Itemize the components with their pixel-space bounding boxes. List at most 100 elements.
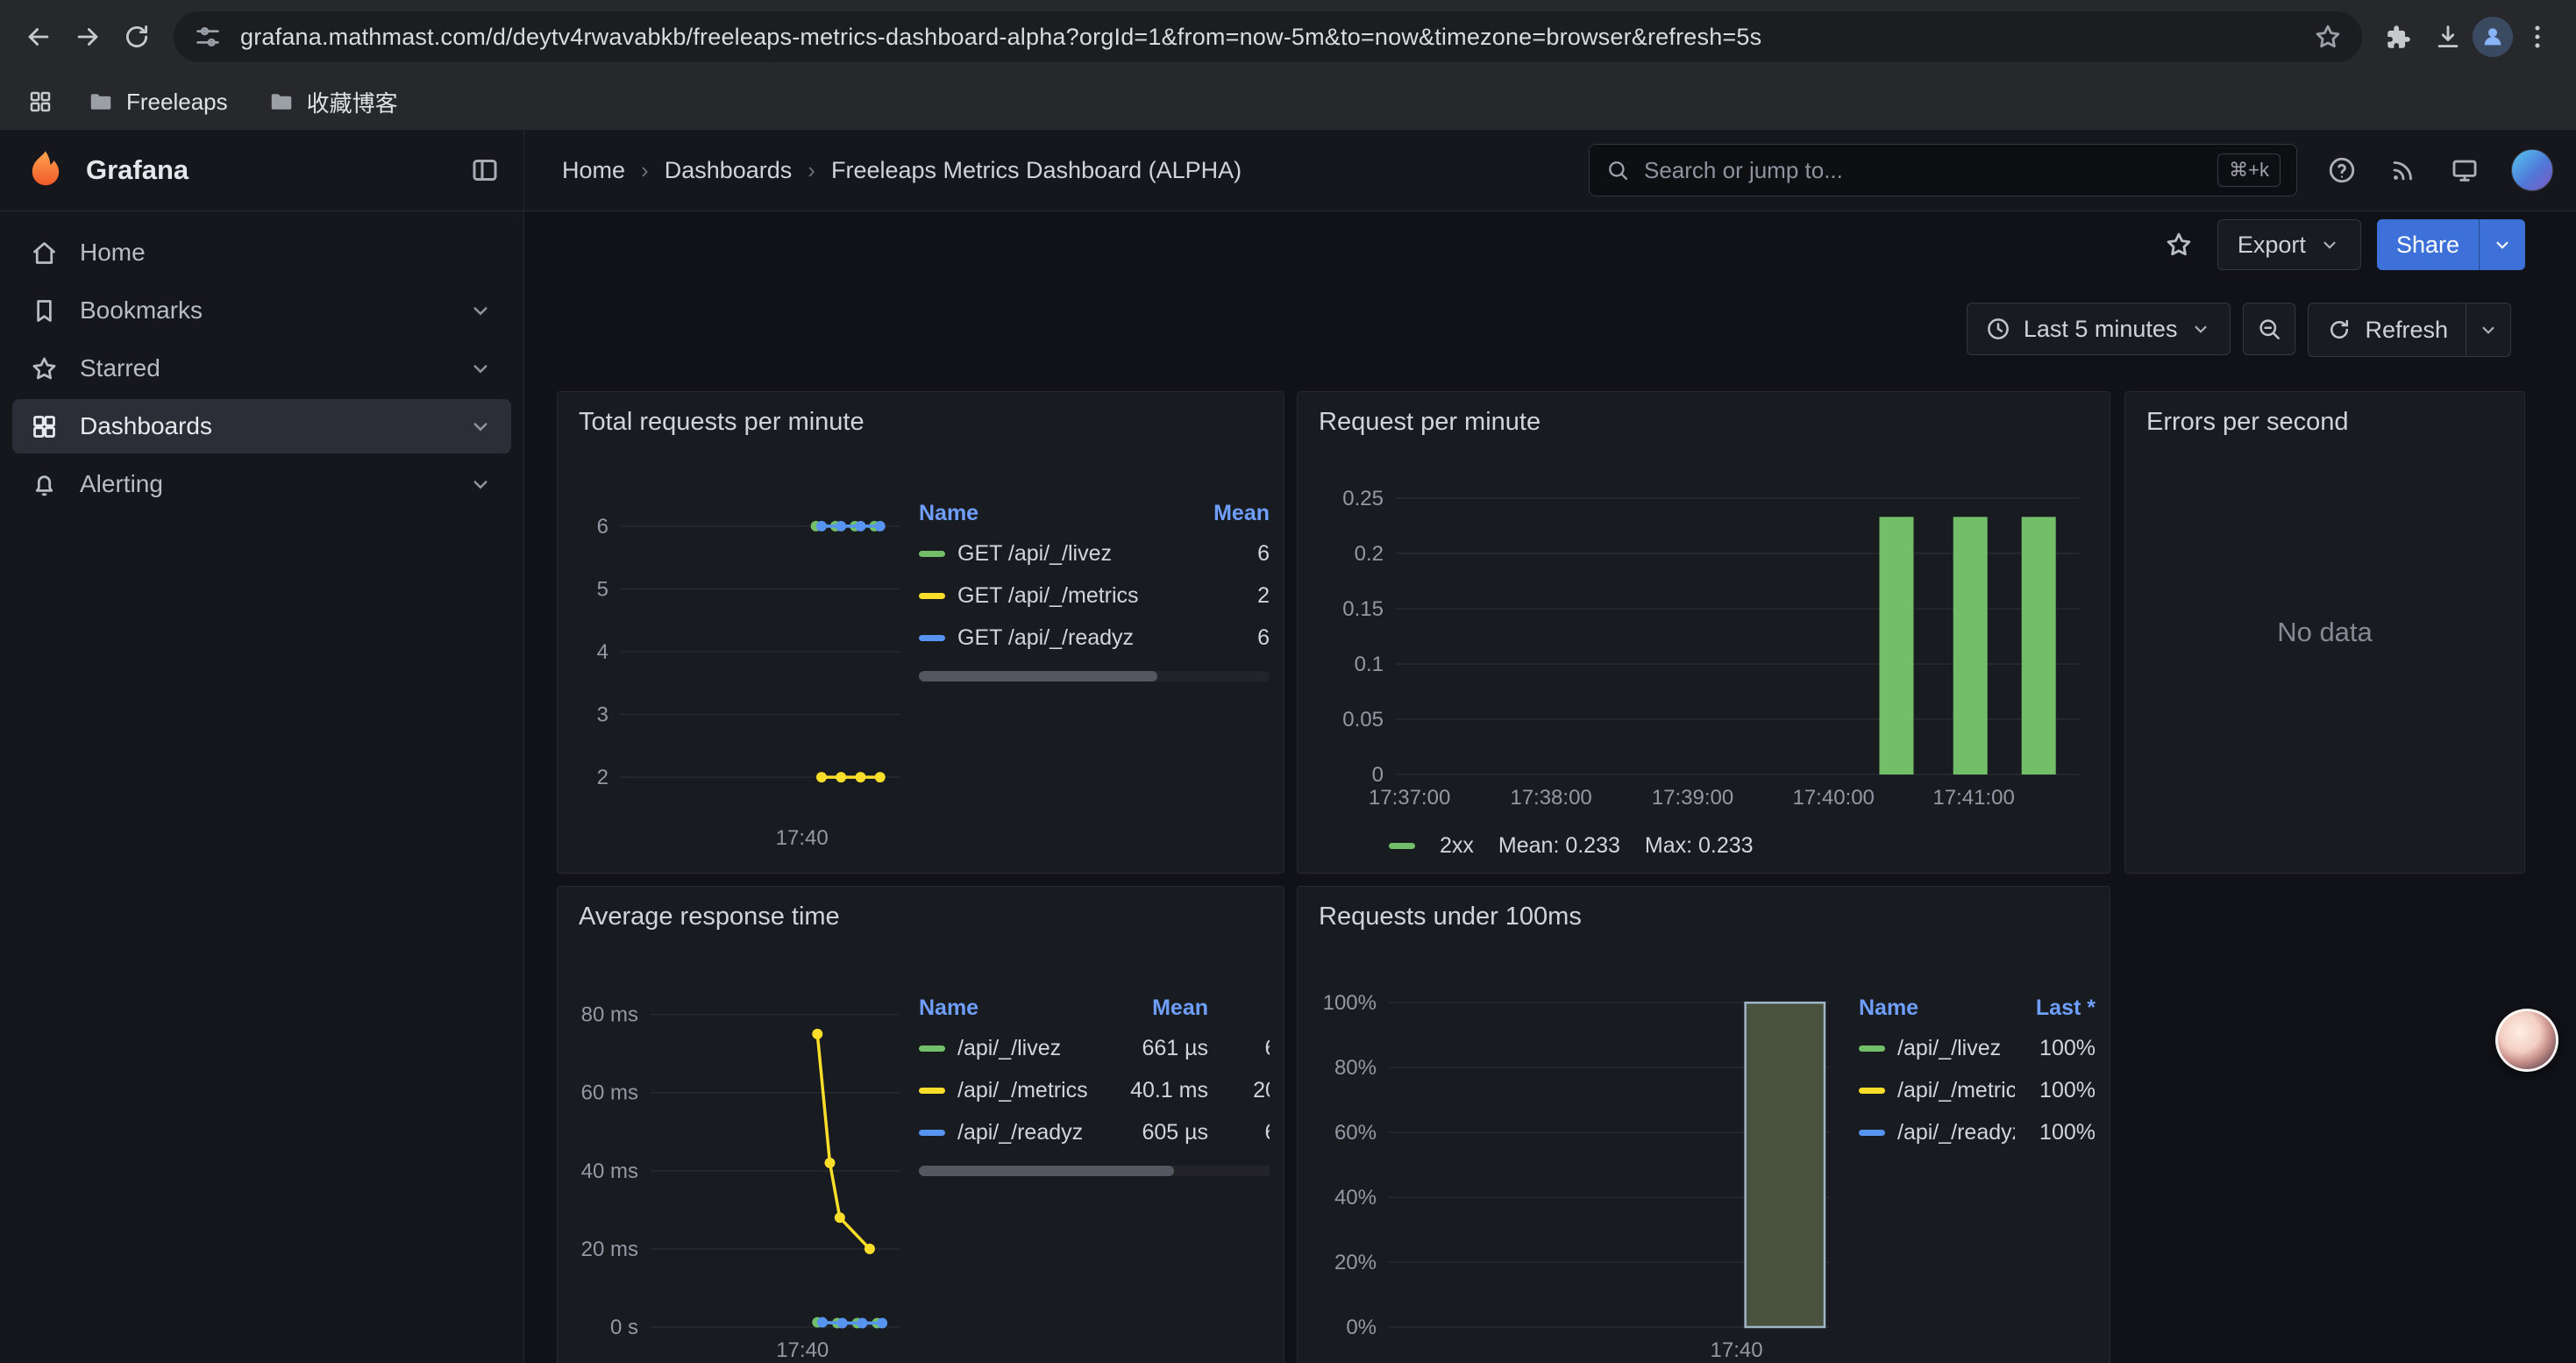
sidebar-item-dashboards[interactable]: Dashboards xyxy=(12,399,511,453)
legend-header-mean[interactable]: Mean xyxy=(1189,501,1270,526)
back-button[interactable] xyxy=(14,12,63,61)
breadcrumb: Home › Dashboards › Freeleaps Metrics Da… xyxy=(562,157,1589,184)
legend-row[interactable]: /api/_/readyz 100% xyxy=(1859,1111,2096,1153)
site-settings-icon[interactable] xyxy=(193,22,223,52)
search-input[interactable] xyxy=(1642,156,2205,185)
svg-text:6: 6 xyxy=(597,515,608,539)
sidebar-item-starred[interactable]: Starred xyxy=(12,341,511,396)
legend-table: Name Last * /api/_/livez 100% /api/_/met… xyxy=(1859,988,2096,1153)
sidebar-toggle-icon[interactable] xyxy=(469,154,501,186)
keyboard-shortcut: ⌘+k xyxy=(2217,153,2281,187)
time-range-label: Last 5 minutes xyxy=(2024,316,2178,343)
apps-grid-icon[interactable] xyxy=(19,81,61,123)
legend-header-last[interactable]: Last * xyxy=(2015,995,2096,1021)
breadcrumb-dashboards[interactable]: Dashboards xyxy=(665,157,793,184)
panel-title[interactable]: Requests under 100ms xyxy=(1319,903,2110,931)
forward-button[interactable] xyxy=(63,12,112,61)
breadcrumb-home[interactable]: Home xyxy=(562,157,625,184)
legend-row[interactable]: /api/_/metrics 40.1 ms 20.5 ms xyxy=(919,1069,1270,1111)
sidebar-item-label: Alerting xyxy=(80,470,163,498)
legend-row[interactable]: GET /api/_/livez 6 xyxy=(919,532,1270,574)
grafana-logo-icon[interactable] xyxy=(23,147,68,193)
chevron-down-icon[interactable] xyxy=(467,471,494,497)
bookmark-folder-blogs[interactable]: 收藏博客 xyxy=(254,81,412,124)
export-button[interactable]: Export xyxy=(2217,219,2361,270)
search-box[interactable]: ⌘+k xyxy=(1589,144,2297,196)
legend-row[interactable]: GET /api/_/readyz 6 xyxy=(919,617,1270,659)
legend-header-name[interactable]: Name xyxy=(919,501,1189,526)
downloads-icon[interactable] xyxy=(2423,12,2473,61)
legend-header-name[interactable]: Name xyxy=(1859,995,2015,1021)
url-bar[interactable]: grafana.mathmast.com/d/deytv4rwavabkb/fr… xyxy=(174,11,2362,62)
bookmark-folder-freeleaps[interactable]: Freeleaps xyxy=(74,83,242,121)
assistant-avatar[interactable] xyxy=(2495,1009,2558,1072)
svg-text:17:39:00: 17:39:00 xyxy=(1652,786,1733,810)
refresh-interval-chevron[interactable] xyxy=(2466,303,2510,356)
legend-row[interactable]: /api/_/livez 100% xyxy=(1859,1027,2096,1069)
sidebar: Grafana Home Bookmarks xyxy=(0,130,524,1363)
average-response-time-chart[interactable]: 0 s20 ms40 ms60 ms80 ms17:40 xyxy=(565,953,908,1363)
panel-title[interactable]: Average response time xyxy=(579,903,1284,931)
chevron-down-icon[interactable] xyxy=(467,413,494,439)
sidebar-item-bookmarks[interactable]: Bookmarks xyxy=(12,283,511,338)
svg-text:0.25: 0.25 xyxy=(1342,487,1384,510)
series-swatch xyxy=(1859,1088,1885,1094)
search-icon xyxy=(1605,158,1630,182)
sidebar-item-home[interactable]: Home xyxy=(12,225,511,280)
legend-table: Name Mean GET /api/_/livez 6 GET /api/_/… xyxy=(919,494,1270,682)
svg-text:3: 3 xyxy=(597,703,608,727)
series-name[interactable]: 2xx xyxy=(1440,833,1474,859)
total-requests-chart[interactable]: 2345617:40 xyxy=(565,459,908,853)
browser-profile-avatar[interactable] xyxy=(2473,17,2513,57)
sidebar-item-alerting[interactable]: Alerting xyxy=(12,457,511,511)
legend-scrollbar[interactable] xyxy=(919,671,1270,682)
svg-text:80 ms: 80 ms xyxy=(581,1003,638,1027)
zoom-out-button[interactable] xyxy=(2243,303,2295,355)
refresh-button[interactable]: Refresh xyxy=(2309,303,2466,356)
svg-text:0 s: 0 s xyxy=(610,1316,638,1339)
legend-row[interactable]: /api/_/livez 661 µs 646 µs xyxy=(919,1027,1270,1069)
refresh-label: Refresh xyxy=(2365,317,2448,344)
svg-text:17:40: 17:40 xyxy=(776,826,829,850)
share-button[interactable]: Share xyxy=(2377,219,2479,270)
series-swatch xyxy=(919,1045,945,1052)
header-icons xyxy=(2327,149,2553,191)
grafana-app: Grafana Home Bookmarks xyxy=(0,130,2576,1363)
share-menu-chevron[interactable] xyxy=(2479,219,2525,270)
sidebar-item-label: Starred xyxy=(80,354,160,382)
browser-menu-icon[interactable] xyxy=(2513,12,2562,61)
svg-text:17:38:00: 17:38:00 xyxy=(1510,786,1591,810)
share-split-button: Share xyxy=(2377,219,2525,270)
legend-header-mean[interactable]: Mean xyxy=(1110,995,1208,1021)
reload-button[interactable] xyxy=(112,12,161,61)
svg-text:17:40:00: 17:40:00 xyxy=(1792,786,1874,810)
legend-row[interactable]: /api/_/metrics 100% xyxy=(1859,1069,2096,1111)
extensions-icon[interactable] xyxy=(2374,12,2423,61)
refresh-icon xyxy=(2326,317,2352,343)
tv-mode-icon[interactable] xyxy=(2450,155,2480,185)
news-rss-icon[interactable] xyxy=(2388,155,2418,185)
request-per-minute-chart[interactable]: 00.050.10.150.20.2517:37:0017:38:0017:39… xyxy=(1312,459,2089,813)
svg-text:20 ms: 20 ms xyxy=(581,1238,638,1261)
legend-row[interactable]: GET /api/_/metrics 2 xyxy=(919,574,1270,617)
time-range-picker[interactable]: Last 5 minutes xyxy=(1967,303,2231,355)
help-icon[interactable] xyxy=(2327,155,2357,185)
legend-header-last[interactable]: Last * xyxy=(1208,995,1270,1021)
bookmark-star-icon[interactable] xyxy=(2313,22,2343,52)
favorite-star-icon[interactable] xyxy=(2156,222,2202,268)
legend-scrollbar[interactable] xyxy=(919,1166,1270,1176)
chevron-down-icon[interactable] xyxy=(467,297,494,324)
panel-title[interactable]: Total requests per minute xyxy=(579,408,1284,437)
brand-row: Grafana xyxy=(0,130,523,211)
user-avatar[interactable] xyxy=(2511,149,2553,191)
chevron-down-icon[interactable] xyxy=(467,355,494,382)
chevron-down-icon xyxy=(2318,233,2341,256)
requests-under-100ms-chart[interactable]: 0%20%40%60%80%100%17:40 xyxy=(1312,953,1838,1363)
url-text[interactable]: grafana.mathmast.com/d/deytv4rwavabkb/fr… xyxy=(240,24,2295,51)
legend-row[interactable]: /api/_/readyz 605 µs 620 µs xyxy=(919,1111,1270,1153)
legend-header-name[interactable]: Name xyxy=(919,995,1110,1021)
panel-title[interactable]: Request per minute xyxy=(1319,408,2110,437)
panel-requests-under-100ms: Requests under 100ms 0%20%40%60%80%100%1… xyxy=(1297,886,2110,1363)
legend-inline[interactable]: 2xx Mean: 0.233 Max: 0.233 xyxy=(1389,833,1754,859)
series-swatch xyxy=(919,1130,945,1136)
